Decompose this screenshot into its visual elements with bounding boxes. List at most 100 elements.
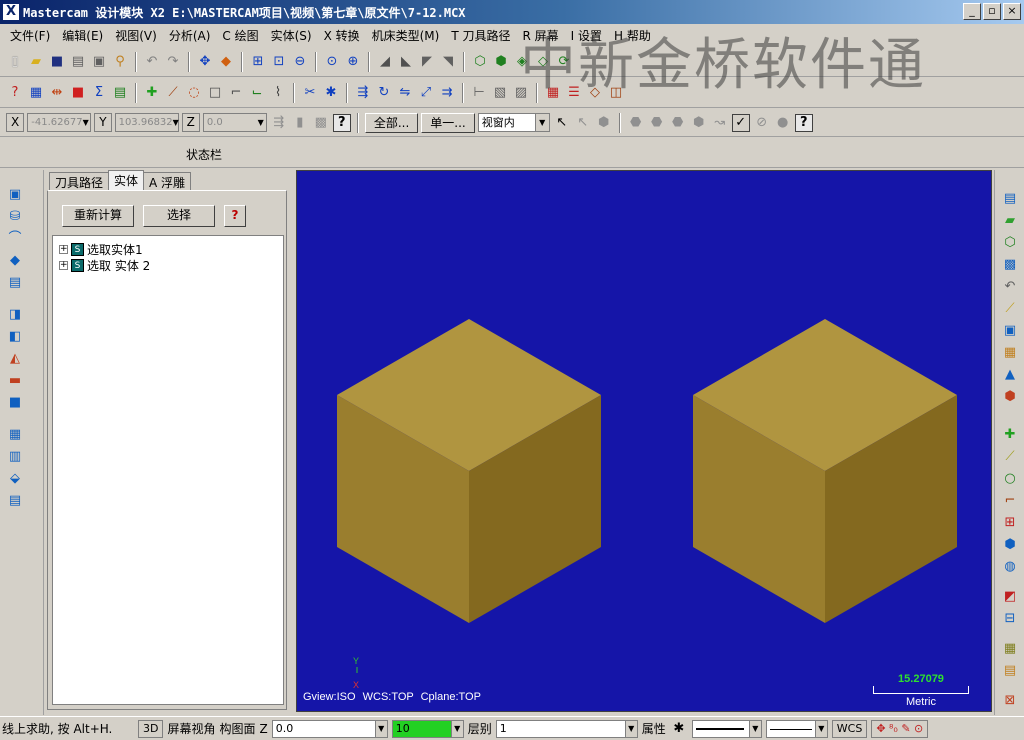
fillet-icon[interactable]: ⌐: [1001, 492, 1019, 510]
menu-machine-type[interactable]: 机床类型(M): [366, 27, 446, 44]
menu-toolpaths[interactable]: T 刀具路径: [445, 27, 516, 44]
select-verify-icon[interactable]: ↝: [711, 114, 729, 132]
point-style-icon[interactable]: ✱: [670, 720, 688, 738]
find-icon[interactable]: ⚲: [111, 53, 129, 71]
select-button[interactable]: 选择: [143, 205, 215, 227]
autocursor-icon[interactable]: ▮: [291, 114, 309, 132]
solid-fillet-icon[interactable]: ◇: [586, 84, 604, 102]
3d-toggle-button[interactable]: 3D: [138, 719, 164, 738]
disk-icon[interactable]: ▣: [1001, 322, 1019, 340]
rotate-view-icon[interactable]: ⟳: [555, 53, 573, 71]
select-all-button[interactable]: 全部...: [364, 112, 419, 133]
front-view-icon[interactable]: ◈: [513, 53, 531, 71]
print-icon[interactable]: ▤: [69, 53, 87, 71]
solid-icon[interactable]: ⬢: [1001, 536, 1019, 554]
top-view-icon[interactable]: ⬢: [492, 53, 510, 71]
trim-solid-icon[interactable]: ▬: [6, 372, 24, 390]
close-button[interactable]: ×: [1003, 3, 1021, 20]
tree-node-solid-1[interactable]: + S 选取实体1: [59, 242, 143, 257]
trim-icon[interactable]: ✂: [301, 84, 319, 102]
fillet-solid-icon[interactable]: ◨: [6, 306, 24, 324]
cursor-arrow-icon[interactable]: ↖: [553, 114, 571, 132]
pan-icon[interactable]: ✥: [196, 53, 214, 71]
x-coord-field[interactable]: -41.62677 ▼: [27, 113, 92, 132]
wcs-button[interactable]: WCS: [831, 719, 868, 738]
zoom-selected-icon[interactable]: ⊕: [344, 53, 362, 71]
help-icon[interactable]: ?: [794, 113, 813, 132]
tab-toolpaths[interactable]: 刀具路径: [49, 172, 110, 191]
undo-icon[interactable]: ↶: [1001, 278, 1019, 296]
end-selection-icon[interactable]: ●: [774, 114, 792, 132]
settings-icon[interactable]: ⊠: [1001, 692, 1019, 710]
print-preview-icon[interactable]: ▣: [90, 53, 108, 71]
select-solid-icon[interactable]: ⬢: [595, 114, 613, 132]
repaint-icon[interactable]: ◆: [217, 53, 235, 71]
shade-icon[interactable]: ⬢: [1001, 388, 1019, 406]
select-single-button[interactable]: 单一...: [421, 112, 475, 133]
ruler-icon[interactable]: ⟋: [1001, 300, 1019, 318]
point-icon[interactable]: ✚: [143, 84, 161, 102]
minimize-button[interactable]: _: [963, 3, 981, 20]
hatch-icon[interactable]: ▧: [491, 84, 509, 102]
extrude-icon[interactable]: ▣: [6, 186, 24, 204]
iso-view-icon[interactable]: ⬡: [471, 53, 489, 71]
rectangle-icon[interactable]: ⊞: [1001, 514, 1019, 532]
line-icon[interactable]: ⟋: [1001, 448, 1019, 466]
dimension-icon[interactable]: ⊢: [470, 84, 488, 102]
maximize-button[interactable]: ▫: [983, 3, 1001, 20]
menu-settings[interactable]: I 设置: [565, 27, 608, 44]
sweep-icon[interactable]: ⌒: [6, 230, 24, 248]
menu-solids[interactable]: 实体(S): [265, 27, 318, 44]
menu-create[interactable]: C 绘图: [216, 27, 264, 44]
open-file-icon[interactable]: ▰: [27, 53, 45, 71]
menu-xform[interactable]: X 转换: [318, 27, 366, 44]
select-face-icon[interactable]: ⬣: [627, 114, 645, 132]
circle-icon[interactable]: ○: [1001, 470, 1019, 488]
mirror-icon[interactable]: ⇋: [396, 84, 414, 102]
analyze-entity-icon[interactable]: ▦: [27, 84, 45, 102]
shaded-icon[interactable]: ◤: [418, 53, 436, 71]
menu-help[interactable]: H 帮助: [608, 27, 657, 44]
cplane-button[interactable]: 构图面: [219, 720, 255, 737]
boolean-add-icon[interactable]: ▦: [6, 426, 24, 444]
regenerate-button[interactable]: 重新计算: [62, 205, 134, 227]
help-icon[interactable]: ?: [332, 113, 351, 132]
analyze-area-icon[interactable]: ■: [69, 84, 87, 102]
solid-extrude-icon[interactable]: ▦: [544, 84, 562, 102]
menu-screen[interactable]: R 屏幕: [517, 27, 565, 44]
zoom-out-icon[interactable]: ⊖: [291, 53, 309, 71]
y-coord-field[interactable]: 103.96832 ▼: [114, 113, 179, 132]
rotate-icon[interactable]: ↻: [375, 84, 393, 102]
analyze-icon[interactable]: ?: [6, 84, 24, 102]
menu-analyze[interactable]: 分析(A): [163, 27, 217, 44]
zoom-window-icon[interactable]: ⊡: [270, 53, 288, 71]
shaded-edges-icon[interactable]: ◥: [439, 53, 457, 71]
hidden-line-icon[interactable]: ◣: [397, 53, 415, 71]
revolve-icon[interactable]: ⛁: [6, 208, 24, 226]
level-label[interactable]: 层别: [468, 720, 492, 737]
tab-art[interactable]: A 浮雕: [143, 172, 192, 191]
fast-point-icon[interactable]: ⇶: [270, 114, 288, 132]
levels-icon[interactable]: ▦: [1001, 640, 1019, 658]
help-button[interactable]: ?: [224, 205, 246, 227]
line-width-field[interactable]: ▼: [765, 719, 828, 738]
chamfer-icon[interactable]: ⌙: [248, 84, 266, 102]
sphere-icon[interactable]: ◍: [1001, 558, 1019, 576]
screen-view-button[interactable]: 屏幕视角: [167, 720, 215, 737]
shell-icon[interactable]: ◭: [6, 350, 24, 368]
solid-cube-1[interactable]: [337, 319, 601, 623]
layer-icon[interactable]: ⊟: [1001, 610, 1019, 628]
boolean-remove-icon[interactable]: ▥: [6, 448, 24, 466]
select-arrow-icon[interactable]: ↖: [574, 114, 592, 132]
loft-icon[interactable]: ◆: [6, 252, 24, 270]
layout-icon[interactable]: ▤: [6, 492, 24, 510]
right-view-icon[interactable]: ◇: [534, 53, 552, 71]
grid-icon[interactable]: ▦: [1001, 344, 1019, 362]
fillet-icon[interactable]: ⌐: [227, 84, 245, 102]
primitive-icon[interactable]: ▤: [6, 274, 24, 292]
z-depth-field[interactable]: 0.0 ▼: [271, 719, 388, 738]
point-icon[interactable]: ✚: [1001, 426, 1019, 444]
redo-icon[interactable]: ↷: [164, 53, 182, 71]
offset-icon[interactable]: ⇉: [438, 84, 456, 102]
select-back-icon[interactable]: ⬢: [690, 114, 708, 132]
